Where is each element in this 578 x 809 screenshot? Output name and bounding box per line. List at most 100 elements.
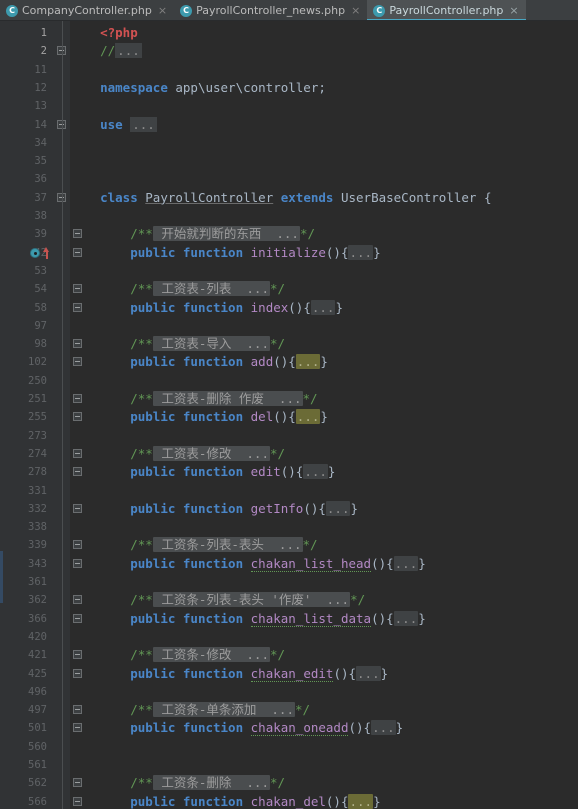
overriding-method-gutter-icon[interactable] bbox=[30, 246, 54, 259]
code-line[interactable]: /** 工资表-修改 ...*/ bbox=[70, 445, 285, 463]
code-content[interactable]: <?php //... namespace app\user\controlle… bbox=[70, 21, 578, 809]
code-line[interactable]: public function getInfo(){...} bbox=[70, 500, 358, 518]
php-class-icon: C bbox=[6, 4, 18, 17]
code-line[interactable]: /** 工资条-单条添加 ...*/ bbox=[70, 701, 310, 719]
code-token: */ bbox=[269, 445, 286, 461]
code-line[interactable]: public function chakan_del(){...} bbox=[70, 793, 381, 809]
code-line[interactable]: /** 工资表-导入 ...*/ bbox=[70, 335, 285, 353]
line-number: 58 bbox=[34, 301, 47, 314]
code-editor[interactable]: 1 2 11 12 13 14 34 35 36 37 38 39 42 53 54 58 97 98 102 250… bbox=[0, 21, 578, 809]
code-token: public function bbox=[130, 793, 244, 809]
code-line[interactable]: /** 工资条-列表-表头 '作废' ...*/ bbox=[70, 591, 365, 609]
code-token: */ bbox=[269, 775, 286, 791]
code-token: (){ bbox=[288, 299, 311, 315]
code-token: /** bbox=[130, 647, 153, 663]
code-line[interactable]: public function del(){...} bbox=[70, 408, 328, 426]
editor-tab-bar: C CompanyController.php × C PayrollControlle… bbox=[0, 0, 578, 21]
code-line[interactable]: /** 工资条-列表-表头 ...*/ bbox=[70, 536, 318, 554]
code-line[interactable]: public function chakan_oneadd(){...} bbox=[70, 719, 403, 737]
code-line[interactable]: public function initialize(){...} bbox=[70, 244, 381, 262]
line-number: 560 bbox=[28, 740, 47, 753]
editor-tab-0[interactable]: C CompanyController.php × bbox=[0, 0, 175, 20]
code-token: (){ bbox=[325, 793, 349, 809]
code-line[interactable]: public function chakan_edit(){...} bbox=[70, 665, 388, 683]
code-token: } bbox=[320, 409, 328, 425]
line-number: 361 bbox=[28, 576, 47, 588]
code-token: public function bbox=[130, 500, 244, 516]
line-number: 362 bbox=[28, 594, 47, 607]
code-line[interactable]: public function chakan_list_head(){...} bbox=[70, 555, 426, 573]
code-token: (){ bbox=[333, 665, 357, 681]
code-token: (){ bbox=[371, 555, 394, 571]
code-line[interactable]: /** 工资条-删除 ...*/ bbox=[70, 774, 285, 792]
code-token: } bbox=[418, 610, 426, 626]
code-token: */ bbox=[302, 391, 318, 406]
code-line[interactable]: /** 开始就判断的东西 ...*/ bbox=[70, 225, 315, 243]
editor-tab-2[interactable]: C PayrollController.php × bbox=[367, 0, 526, 20]
code-token: ... bbox=[393, 610, 419, 626]
code-line[interactable]: public function edit(){...} bbox=[70, 463, 335, 481]
code-line[interactable]: //... bbox=[70, 42, 142, 60]
code-token: getInfo bbox=[250, 500, 304, 516]
line-number: 251 bbox=[28, 393, 47, 405]
code-token: chakan_oneadd bbox=[250, 720, 349, 737]
code-token: (){ bbox=[303, 500, 326, 516]
code-line[interactable]: class PayrollController extends UserBase… bbox=[70, 189, 491, 207]
code-token: } bbox=[373, 244, 381, 260]
line-number: 35 bbox=[34, 155, 47, 168]
code-line[interactable]: namespace app\user\controller; bbox=[70, 79, 326, 97]
code-token: 工资条-列表-表头 ... bbox=[152, 537, 303, 553]
code-token: (){ bbox=[325, 244, 349, 260]
line-number: 501 bbox=[28, 722, 47, 735]
code-token: */ bbox=[269, 281, 286, 297]
line-number: 496 bbox=[28, 685, 47, 698]
code-token: 工资条-单条添加 ... bbox=[152, 702, 295, 718]
line-number: 273 bbox=[28, 429, 47, 442]
code-token: ... bbox=[325, 500, 351, 516]
code-token: public function bbox=[130, 464, 244, 480]
close-icon[interactable]: × bbox=[509, 5, 518, 16]
code-line[interactable]: use ... bbox=[70, 116, 157, 134]
line-number: 98 bbox=[34, 338, 47, 351]
line-number: 497 bbox=[28, 704, 47, 717]
php-class-icon: C bbox=[180, 4, 193, 17]
close-icon[interactable]: × bbox=[158, 5, 167, 16]
code-token: 开始就判断的东西 ... bbox=[152, 226, 300, 242]
code-token: 工资条-删除 ... bbox=[152, 775, 270, 791]
code-line[interactable]: /** 工资条-修改 ...*/ bbox=[70, 646, 285, 664]
code-token: 工资表-修改 ... bbox=[152, 445, 270, 461]
code-token: (){ bbox=[273, 409, 296, 425]
line-number: 2 bbox=[40, 45, 47, 58]
code-line[interactable]: public function add(){...} bbox=[70, 353, 328, 371]
line-number: 255 bbox=[28, 411, 47, 424]
code-line[interactable]: <?php bbox=[70, 24, 138, 42]
line-number: 331 bbox=[28, 484, 47, 497]
code-token: /** bbox=[130, 391, 153, 406]
code-token: } bbox=[380, 665, 389, 681]
code-token: add bbox=[250, 354, 274, 370]
code-line[interactable]: /** 工资表-删除 作废 ...*/ bbox=[70, 390, 318, 408]
code-line[interactable]: public function index(){...} bbox=[70, 299, 343, 317]
editor-tab-1[interactable]: C PayrollController_news.php × bbox=[174, 0, 368, 20]
code-token: <?php bbox=[100, 25, 138, 40]
editor-gutter[interactable]: 1 2 11 12 13 14 34 35 36 37 38 39 42 53 54 58 97 98 102 250… bbox=[3, 21, 82, 809]
override-arrow-stem bbox=[46, 250, 48, 259]
line-number: 338 bbox=[28, 521, 47, 534]
code-line[interactable]: /** 工资表-列表 ...*/ bbox=[70, 280, 285, 298]
code-token: } bbox=[335, 299, 343, 315]
close-icon[interactable]: × bbox=[351, 5, 360, 16]
line-number: 11 bbox=[34, 63, 47, 76]
line-number: 420 bbox=[28, 630, 47, 643]
code-line[interactable]: public function chakan_list_data(){...} bbox=[70, 610, 426, 628]
code-token: ... bbox=[393, 555, 419, 571]
code-token: 工资条-修改 ... bbox=[152, 647, 270, 663]
